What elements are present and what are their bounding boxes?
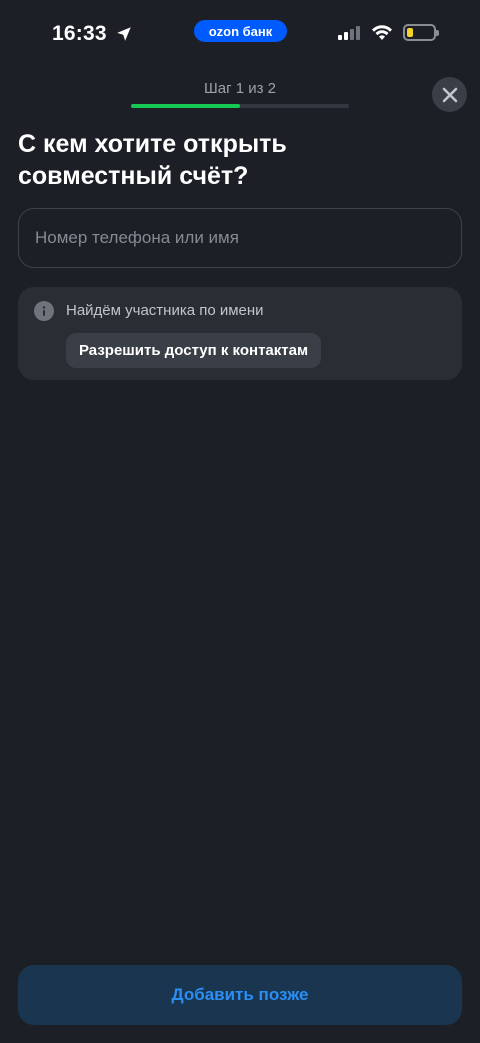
bank-badge: ozon банк <box>194 20 287 42</box>
add-later-button[interactable]: Добавить позже <box>18 965 462 1025</box>
status-bar: 16:33 ozon банк <box>0 0 480 70</box>
wifi-icon <box>372 24 392 40</box>
info-icon <box>34 301 54 321</box>
battery-level <box>407 28 413 37</box>
search-input[interactable] <box>18 208 462 268</box>
status-time: 16:33 <box>52 22 107 45</box>
info-glyph-icon <box>42 306 46 316</box>
system-icons <box>337 24 439 41</box>
close-icon <box>442 87 457 102</box>
location-arrow-icon <box>116 27 131 41</box>
screen: 16:33 ozon банк Шаг 1 из 2 С кем хотите … <box>0 0 480 1043</box>
step-progress-bar <box>131 104 349 108</box>
cellular-signal-icon <box>338 25 360 40</box>
info-card: Найдём участника по имени Разрешить дост… <box>18 287 462 380</box>
step-label: Шаг 1 из 2 <box>203 80 276 97</box>
info-text: Найдём участника по имени <box>66 302 264 319</box>
close-button[interactable] <box>432 77 467 112</box>
step-progress-fill <box>131 104 240 108</box>
page-title: С кем хотите открыть совместный счёт? <box>18 130 287 190</box>
allow-contacts-button[interactable]: Разрешить доступ к контактам <box>66 333 322 368</box>
battery-icon <box>403 24 439 41</box>
status-time-group: 16:33 <box>52 22 133 46</box>
